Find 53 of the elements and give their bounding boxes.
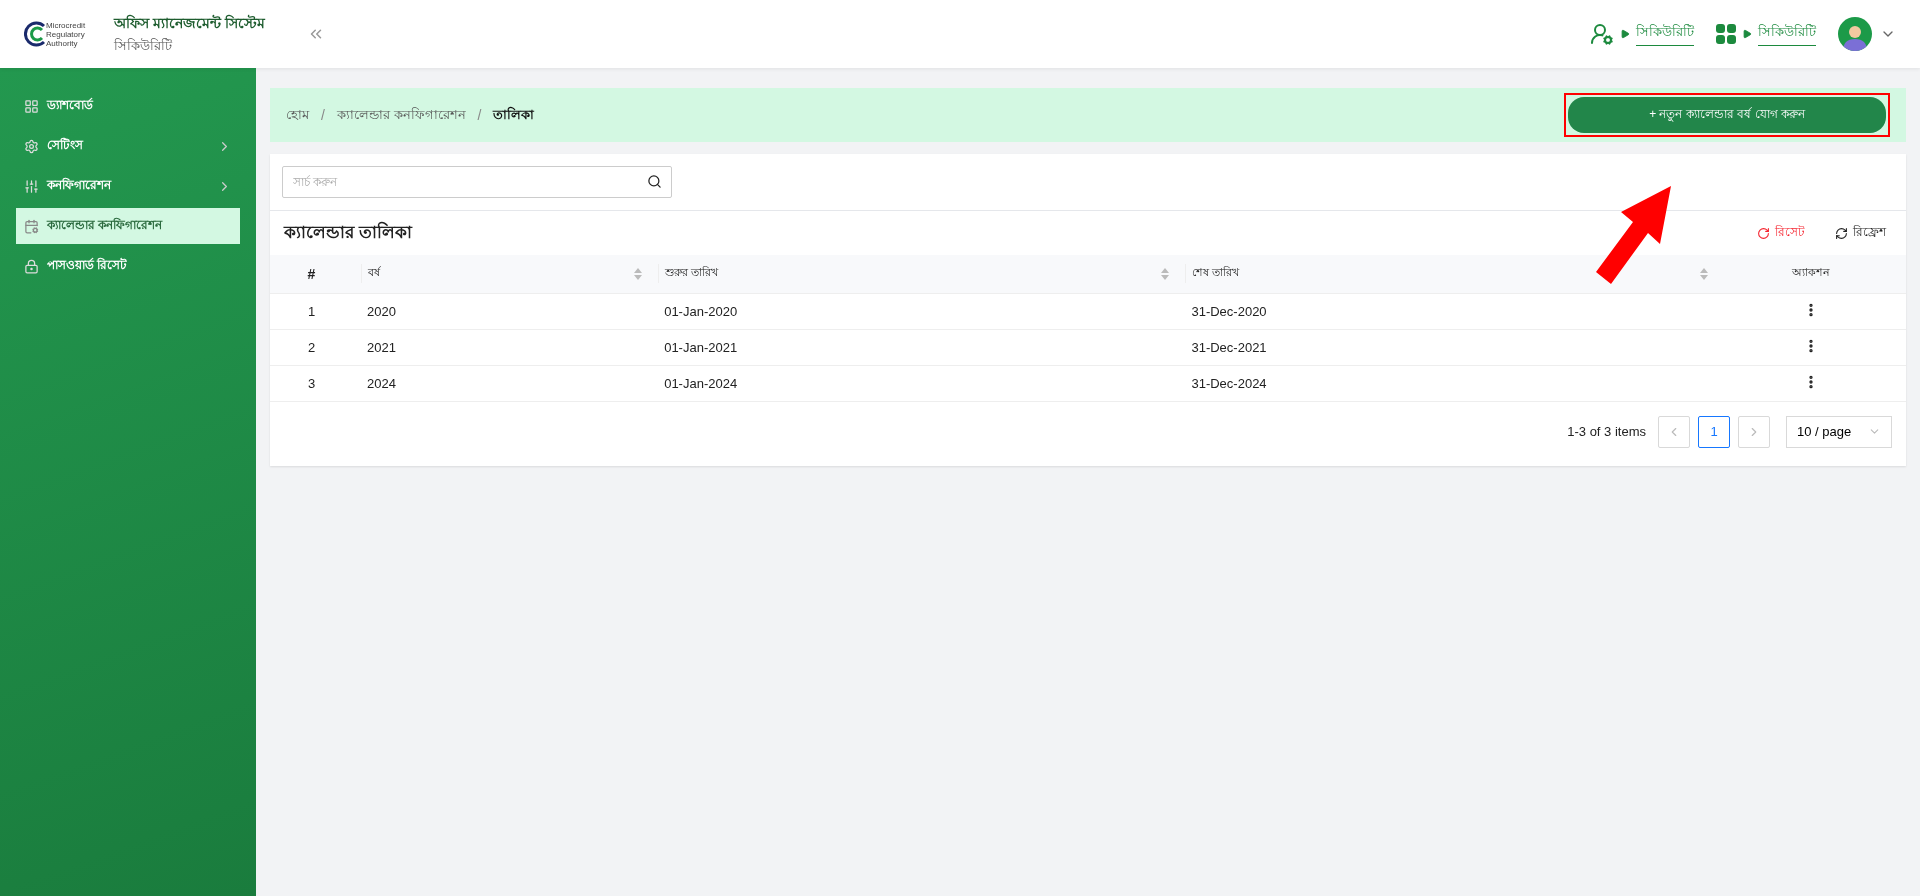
breadcrumb-item[interactable]: হোম <box>286 104 309 126</box>
sidebar-item[interactable]: ড্যাশবোর্ড <box>16 88 240 124</box>
sidebar-item[interactable]: সেটিংস <box>16 128 240 164</box>
table-cell: 31-Dec-2020 <box>1177 293 1716 329</box>
triangle-icon <box>1620 29 1630 39</box>
table-cell: 2021 <box>353 329 651 365</box>
refresh-button[interactable]: রিফ্রেশ <box>1829 222 1892 244</box>
table-cell: 01-Jan-2020 <box>650 293 1178 329</box>
breadcrumb-separator: / <box>321 107 325 123</box>
lock-icon <box>24 258 39 274</box>
breadcrumb-item[interactable]: ক্যালেন্ডার কনফিগারেশন <box>336 104 466 126</box>
table-cell: 1 <box>270 293 353 329</box>
table-cell: 2 <box>270 329 353 365</box>
table-cell: 2020 <box>353 293 651 329</box>
refresh-icon <box>1835 226 1848 240</box>
reset-button[interactable]: রিসেট <box>1751 222 1811 244</box>
page-size-select[interactable]: 10 / page <box>1786 415 1892 448</box>
triangle-icon <box>1742 29 1752 39</box>
pagination-summary: 1-3 of 3 items <box>1567 424 1646 439</box>
column-header: বর্ষ <box>368 265 380 281</box>
user-icon <box>1590 22 1614 46</box>
table-title: ক্যালেন্ডার তালিকা <box>284 220 414 244</box>
table-cell: 2024 <box>353 365 651 401</box>
search-field[interactable]: সার্চ করুন <box>282 166 672 198</box>
table-cell: 3 <box>270 365 353 401</box>
sidebar-item[interactable]: ক্যালেন্ডার কনফিগারেশন <box>16 208 240 244</box>
avatar-icon[interactable] <box>1838 17 1872 51</box>
table-cell: 01-Jan-2024 <box>650 365 1178 401</box>
column-header: অ্যাকশন <box>1792 266 1830 279</box>
apps-icon <box>1716 24 1736 44</box>
logo-text: Microcredit Regulatory Authority <box>46 20 86 48</box>
sliders-icon <box>24 178 39 194</box>
breadcrumb-separator: / <box>477 107 482 123</box>
app-title: অফিস ম্যানেজমেন্ট সিস্টেম <box>114 13 265 33</box>
reset-icon <box>1757 226 1770 240</box>
sidebar-item[interactable]: কনফিগারেশন <box>16 168 240 204</box>
settings-icon <box>24 138 39 154</box>
page-button[interactable]: 1 <box>1698 415 1730 448</box>
table-cell: 01-Jan-2021 <box>650 329 1178 365</box>
search-icon[interactable] <box>647 174 662 189</box>
sidebar-item[interactable]: পাসওয়ার্ড রিসেট <box>16 248 240 284</box>
breadcrumb-item: তালিকা <box>493 105 535 124</box>
app-subtitle: সিকিউরিটি <box>114 36 173 55</box>
module-link[interactable]: সিকিউরিটি <box>1758 22 1816 46</box>
grid-icon <box>24 98 39 114</box>
column-header: শুরুর তারিখ <box>665 265 719 281</box>
column-header: # <box>307 265 316 282</box>
column-header: শেষ তারিখ <box>1192 265 1240 281</box>
module-link[interactable]: সিকিউরিটি <box>1636 22 1694 46</box>
calendar-icon <box>24 218 39 234</box>
table-cell: 31-Dec-2024 <box>1177 365 1716 401</box>
table-cell: 31-Dec-2021 <box>1177 329 1716 365</box>
add-button[interactable]: + নতুন ক্যালেন্ডার বর্ষ যোগ করুন <box>1568 97 1886 133</box>
